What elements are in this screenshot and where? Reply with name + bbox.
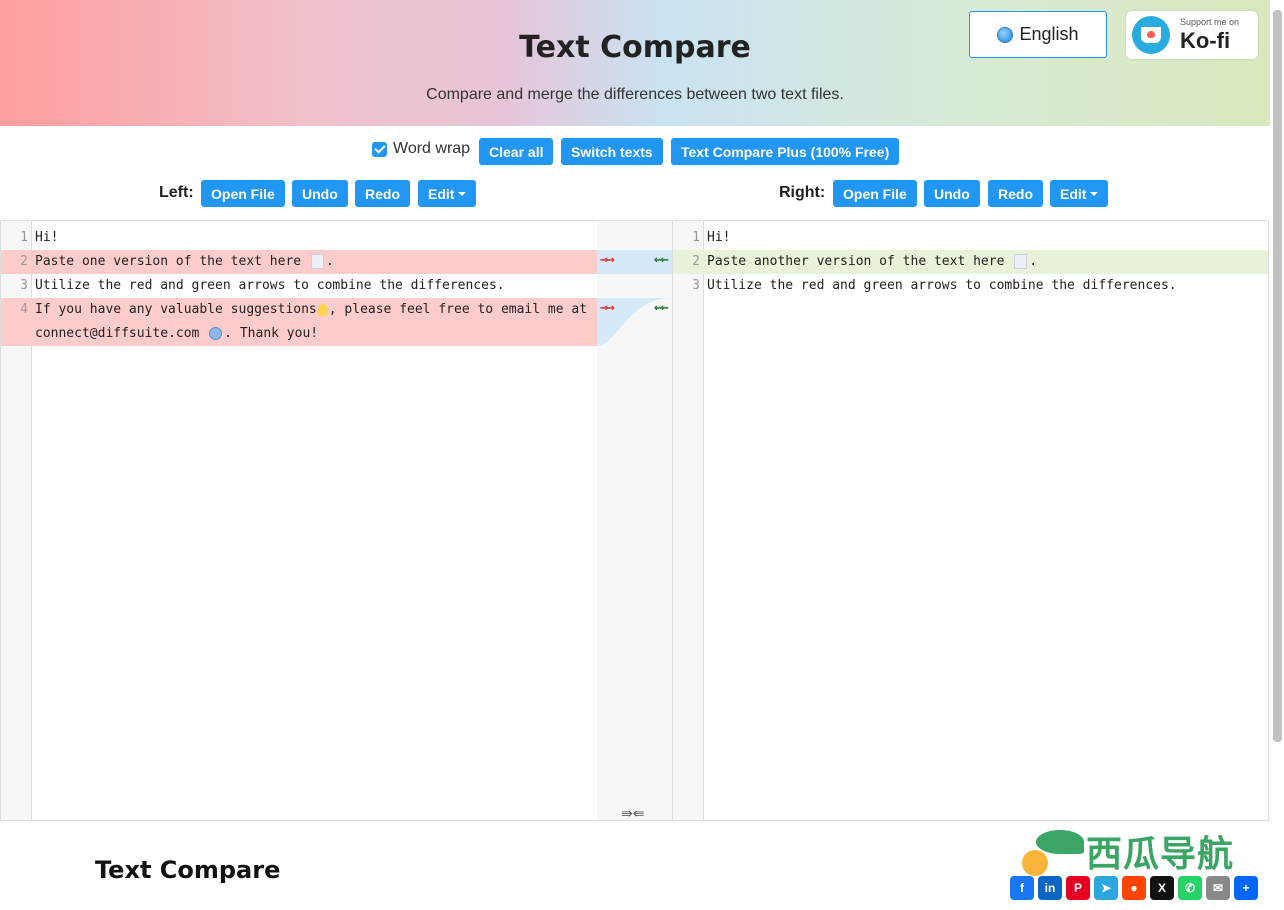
line-number: 4 (20, 302, 28, 317)
right-edit-label: Edit (1060, 185, 1087, 202)
line-number: 3 (692, 278, 700, 293)
linkedin-icon[interactable]: in (1038, 876, 1062, 900)
line-text: Hi! (35, 230, 59, 245)
line-text: Paste another version of the text here . (707, 254, 1038, 269)
right-edit-dropdown[interactable]: Edit (1050, 180, 1109, 207)
merge-left-arrow[interactable]: ⇜⇜ (654, 303, 669, 314)
reddit-icon[interactable]: ● (1122, 876, 1146, 900)
left-line-1[interactable]: 1 Hi! (1, 226, 597, 250)
lightbulb-icon (317, 303, 328, 316)
line-number: 3 (20, 278, 28, 293)
word-wrap-toggle[interactable]: Word wrap (372, 140, 470, 158)
merge-right-arrow[interactable]: ⇝⇝ (600, 303, 615, 314)
email-share-icon[interactable]: ✉ (1206, 876, 1230, 900)
kofi-cup-icon (1132, 16, 1170, 54)
text-compare-plus-button[interactable]: Text Compare Plus (100% Free) (671, 138, 900, 165)
merge-right-arrow[interactable]: ⇝⇝ (600, 255, 615, 266)
line-number: 1 (20, 230, 28, 245)
clear-all-button[interactable]: Clear all (479, 138, 554, 165)
watermark-text: 西瓜导航 (1086, 833, 1235, 875)
right-undo-button[interactable]: Undo (924, 180, 980, 207)
line-text: Paste one version of the text here . (35, 254, 334, 269)
right-redo-button[interactable]: Redo (988, 180, 1043, 207)
share-bar: f in P ➤ ● X ✆ ✉ + (1010, 876, 1258, 900)
line-number: 2 (20, 254, 28, 269)
right-editor[interactable]: 1 Hi! 2 Paste another version of the tex… (672, 220, 1269, 821)
left-editor[interactable]: 1 Hi! 2 Paste one version of the text he… (0, 220, 598, 821)
line-number: 2 (692, 254, 700, 269)
right-line-2[interactable]: 2 Paste another version of the text here… (673, 250, 1268, 274)
share-icon[interactable]: + (1234, 876, 1258, 900)
merge-all-icon[interactable]: ⇛⇚ (621, 805, 644, 822)
watermark-logo: 西瓜导航 (1020, 826, 1234, 876)
left-line-3[interactable]: 3 Utilize the red and green arrows to co… (1, 274, 597, 298)
pinterest-icon[interactable]: P (1066, 876, 1090, 900)
left-edit-dropdown[interactable]: Edit (418, 180, 477, 207)
language-button[interactable]: English (969, 11, 1107, 58)
right-open-file-button[interactable]: Open File (833, 180, 917, 207)
facebook-icon[interactable]: f (1010, 876, 1034, 900)
left-redo-button[interactable]: Redo (355, 180, 410, 207)
word-wrap-label: Word wrap (393, 140, 471, 157)
whatsapp-icon[interactable]: ✆ (1178, 876, 1202, 900)
line-text: Utilize the red and green arrows to comb… (35, 278, 505, 293)
switch-texts-button[interactable]: Switch texts (561, 138, 663, 165)
email-icon (209, 327, 223, 340)
globe-icon (997, 26, 1014, 43)
merge-left-arrow[interactable]: ⇜⇜ (654, 255, 669, 266)
left-line-2[interactable]: 2 Paste one version of the text here . (1, 250, 597, 274)
line-text: Utilize the red and green arrows to comb… (707, 278, 1177, 293)
right-label: Right: (779, 184, 826, 201)
caret-down-icon (1090, 191, 1099, 196)
line-text: If you have any valuable suggestions, pl… (35, 302, 595, 341)
kofi-small-label: Support me on (1180, 17, 1240, 27)
left-edit-label: Edit (428, 185, 455, 202)
right-line-1[interactable]: 1 Hi! (673, 226, 1268, 250)
kofi-button[interactable]: Support me on Ko-fi (1126, 11, 1258, 59)
kofi-big-label: Ko-fi (1180, 28, 1231, 53)
line-number: 1 (692, 230, 700, 245)
word-wrap-checkbox[interactable] (372, 141, 387, 157)
telegram-icon[interactable]: ➤ (1094, 876, 1118, 900)
page-subtitle: Compare and merge the differences betwee… (426, 86, 844, 103)
left-open-file-button[interactable]: Open File (201, 180, 285, 207)
left-label: Left: (159, 184, 194, 201)
language-label: English (1019, 24, 1079, 44)
merge-gutter: ⇝⇝ ⇜⇜ ⇝⇝ ⇜⇜ ⇛⇚ (597, 220, 673, 821)
document-icon (310, 254, 324, 269)
left-undo-button[interactable]: Undo (292, 180, 348, 207)
footer-title: Text Compare (95, 856, 281, 884)
caret-down-icon (458, 191, 467, 196)
right-line-3[interactable]: 3 Utilize the red and green arrows to co… (673, 274, 1268, 298)
header-banner: Text Compare Compare and merge the diffe… (0, 0, 1270, 126)
right-gutter (673, 221, 704, 820)
x-icon[interactable]: X (1150, 876, 1174, 900)
left-line-4[interactable]: 4 If you have any valuable suggestions, … (1, 298, 597, 346)
palm-tree-icon (1020, 826, 1086, 876)
page-scrollbar[interactable] (1273, 10, 1282, 742)
document-icon (1014, 254, 1028, 269)
line-text: Hi! (707, 230, 731, 245)
